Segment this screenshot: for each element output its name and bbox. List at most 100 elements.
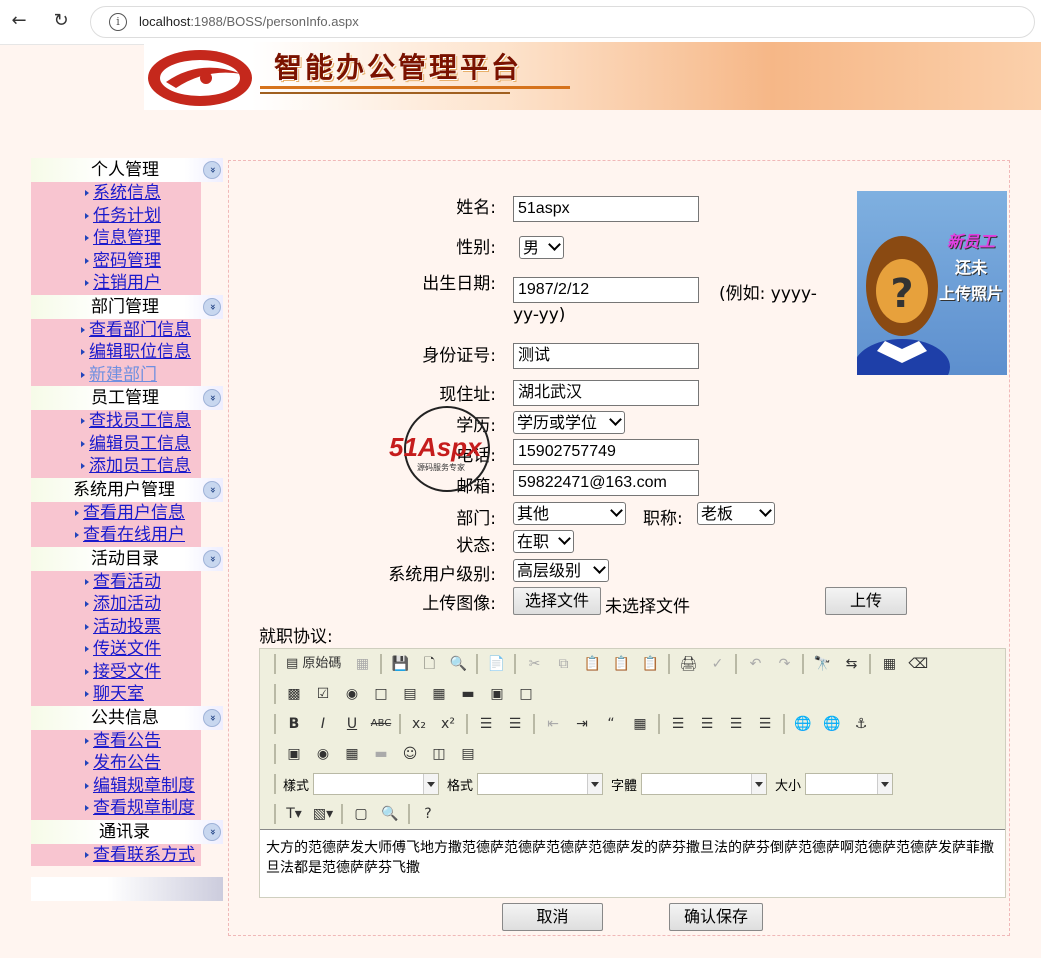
align-right-icon[interactable]: ☰ [725, 713, 747, 735]
image-button-icon[interactable]: ▣ [486, 683, 508, 705]
bullet-list-icon[interactable]: ☰ [504, 713, 526, 735]
sidebar-section-header[interactable]: 个人管理 » [31, 158, 223, 182]
sidebar-section-header[interactable]: 公共信息 » [31, 705, 223, 730]
strike-icon[interactable]: ABC [370, 713, 392, 735]
sidebar-item[interactable]: 传送文件 [31, 638, 201, 661]
sidebar-link[interactable]: 查看部门信息 [89, 319, 191, 341]
page-break-icon[interactable]: ▤ [457, 743, 479, 765]
paste-word-icon[interactable]: 📋 [639, 653, 661, 675]
div-icon[interactable]: ▦ [629, 713, 651, 735]
collapse-chevron-icon[interactable]: » [203, 480, 221, 499]
address-field[interactable]: 湖北武汉 [513, 380, 699, 406]
email-field[interactable]: 59822471@163.com [513, 470, 699, 496]
templates-icon[interactable]: 📄 [485, 653, 507, 675]
bold-icon[interactable]: B [283, 713, 305, 735]
sidebar-item[interactable]: 聊天室 [31, 683, 201, 706]
hidden-field-icon[interactable]: □ [515, 683, 537, 705]
dept-select[interactable]: 其他 [513, 502, 626, 525]
back-arrow-icon[interactable]: ← [8, 10, 30, 32]
sidebar-link[interactable]: 任务计划 [93, 205, 161, 227]
textfield-icon[interactable]: □ [370, 683, 392, 705]
size-combo[interactable] [805, 773, 894, 795]
ordered-list-icon[interactable]: ☰ [475, 713, 497, 735]
form-icon[interactable]: ▩ [283, 683, 305, 705]
sidebar-link[interactable]: 添加员工信息 [89, 455, 191, 477]
align-center-icon[interactable]: ☰ [696, 713, 718, 735]
save-button[interactable]: 确认保存 [669, 903, 763, 931]
sidebar-link[interactable]: 查看联系方式 [93, 844, 195, 866]
sidebar-link[interactable]: 查看规章制度 [93, 797, 195, 819]
unlink-icon[interactable]: 🌐 [821, 713, 843, 735]
gender-select[interactable]: 男 [519, 236, 564, 259]
indent-icon[interactable]: ⇥ [571, 713, 593, 735]
sidebar-link[interactable]: 查看公告 [93, 730, 161, 752]
sidebar-link[interactable]: 添加活动 [93, 593, 161, 615]
link-icon[interactable]: 🌐 [792, 713, 814, 735]
save-icon[interactable]: 💾 [389, 653, 411, 675]
select-field-icon[interactable]: ▦ [428, 683, 450, 705]
redo-icon[interactable]: ↷ [773, 653, 795, 675]
undo-icon[interactable]: ↶ [744, 653, 766, 675]
sidebar-item[interactable]: 查看在线用户 [31, 524, 201, 547]
new-page-icon[interactable]: 🗋 [418, 653, 440, 675]
sidebar-item[interactable]: 任务计划 [31, 205, 201, 228]
sidebar-item[interactable]: 查看联系方式 [31, 844, 201, 867]
font-combo[interactable] [641, 773, 768, 795]
sidebar-item[interactable]: 添加活动 [31, 593, 201, 616]
sidebar-link[interactable]: 系统信息 [93, 182, 161, 204]
underline-icon[interactable]: U [341, 713, 363, 735]
sidebar-item[interactable]: 注销用户 [31, 272, 201, 295]
sidebar-section-header[interactable]: 活动目录 » [31, 546, 223, 571]
info-icon[interactable]: i [109, 13, 127, 31]
sidebar-item[interactable]: 查看公告 [31, 730, 201, 753]
collapse-chevron-icon[interactable]: » [203, 708, 221, 727]
sidebar-item[interactable]: 查看部门信息 [31, 319, 201, 342]
anchor-icon[interactable]: ⚓ [850, 713, 872, 735]
editor-content[interactable]: 大方的范德萨发大师傅飞地方撒范德萨范德萨范德萨范德萨发的萨芬撒旦法的萨芬倒萨范德… [260, 829, 1005, 897]
eraser-icon[interactable]: ⌫ [907, 653, 929, 675]
sidebar-link[interactable]: 传送文件 [93, 638, 161, 660]
birth-field[interactable]: 1987/2/12 [513, 277, 699, 303]
sidebar-link[interactable]: 活动投票 [93, 616, 161, 638]
sidebar-item[interactable]: 查看用户信息 [31, 502, 201, 525]
align-left-icon[interactable]: ☰ [667, 713, 689, 735]
sidebar-item[interactable]: 添加员工信息 [31, 455, 201, 478]
sidebar-link[interactable]: 编辑职位信息 [89, 341, 191, 363]
level-select[interactable]: 高层级别 [513, 559, 609, 582]
sidebar-link[interactable]: 信息管理 [93, 227, 161, 249]
sidebar-item[interactable]: 发布公告 [31, 752, 201, 775]
sidebar-link[interactable]: 查看用户信息 [83, 502, 185, 524]
image-icon[interactable]: ▣ [283, 743, 305, 765]
textarea-icon[interactable]: ▤ [399, 683, 421, 705]
justify-icon[interactable]: ☰ [754, 713, 776, 735]
sidebar-item[interactable]: 查找员工信息 [31, 410, 201, 433]
sidebar-link[interactable]: 查看活动 [93, 571, 161, 593]
show-blocks-icon[interactable]: 🔍 [379, 803, 401, 825]
address-bar[interactable]: i localhost:1988/BOSS/personInfo.aspx [90, 6, 1035, 38]
sidebar-item[interactable]: 新建部门 [31, 364, 201, 387]
special-char-icon[interactable]: ◫ [428, 743, 450, 765]
collapse-chevron-icon[interactable]: » [203, 297, 221, 316]
sidebar-link[interactable]: 查找员工信息 [89, 410, 191, 432]
format-combo[interactable] [477, 773, 604, 795]
template-icon[interactable]: ▦ [351, 653, 373, 675]
title-select[interactable]: 老板 [697, 502, 775, 525]
paste-text-icon[interactable]: 📋 [610, 653, 632, 675]
collapse-chevron-icon[interactable]: » [203, 549, 221, 568]
sidebar-item[interactable]: 编辑职位信息 [31, 341, 201, 364]
superscript-icon[interactable]: x² [437, 713, 459, 735]
sidebar-link[interactable]: 注销用户 [93, 272, 161, 294]
copy-icon[interactable]: ⧉ [552, 653, 574, 675]
style-combo[interactable] [313, 773, 440, 795]
collapse-chevron-icon[interactable]: » [203, 161, 221, 179]
table-icon[interactable]: ▦ [341, 743, 363, 765]
upload-button[interactable]: 上传 [825, 587, 907, 615]
sidebar-item[interactable]: 密码管理 [31, 250, 201, 273]
sidebar-item[interactable]: 系统信息 [31, 182, 201, 205]
sidebar-section-header[interactable]: 员工管理 » [31, 386, 223, 410]
sidebar-section-header[interactable]: 系统用户管理 » [31, 477, 223, 502]
bg-color-icon[interactable]: ▧▾ [312, 803, 334, 825]
sidebar-link[interactable]: 聊天室 [93, 683, 144, 705]
reload-icon[interactable]: ↻ [50, 10, 72, 32]
name-field[interactable]: 51aspx [513, 196, 699, 222]
